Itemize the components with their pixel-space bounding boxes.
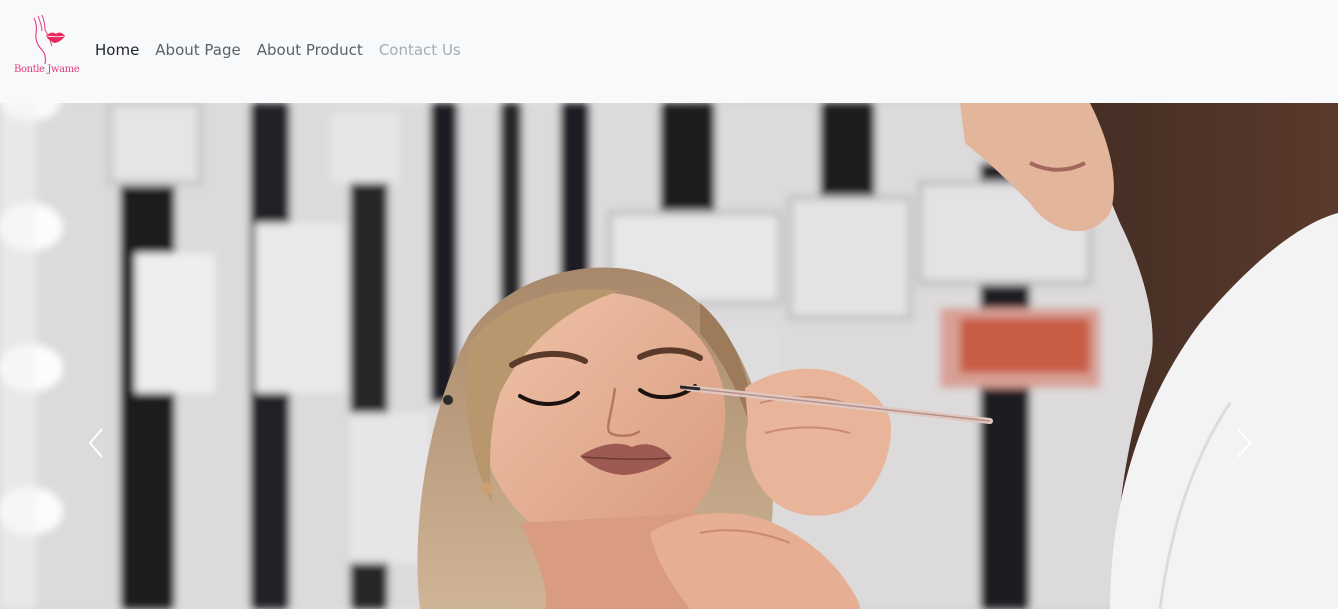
carousel-prev-button[interactable]: [82, 423, 112, 463]
nav-item-home[interactable]: Home: [95, 39, 139, 61]
lips-hand-logo-icon: [33, 14, 65, 65]
nav-links: Home About Page About Product Contact Us: [95, 39, 461, 61]
navbar: Bontle Jwame Home About Page About Produ…: [0, 0, 1338, 103]
hero-carousel: [0, 103, 1338, 609]
chevron-right-icon: [1237, 428, 1252, 458]
makeup-application-photo: [0, 103, 1338, 609]
brand-name: Bontle Jwame: [14, 64, 80, 75]
carousel-next-button[interactable]: [1228, 423, 1258, 463]
chevron-left-icon: [88, 428, 103, 458]
nav-item-about-page[interactable]: About Page: [155, 39, 240, 61]
nav-item-contact-us[interactable]: Contact Us: [379, 39, 461, 61]
nav-item-about-product[interactable]: About Product: [257, 39, 363, 61]
